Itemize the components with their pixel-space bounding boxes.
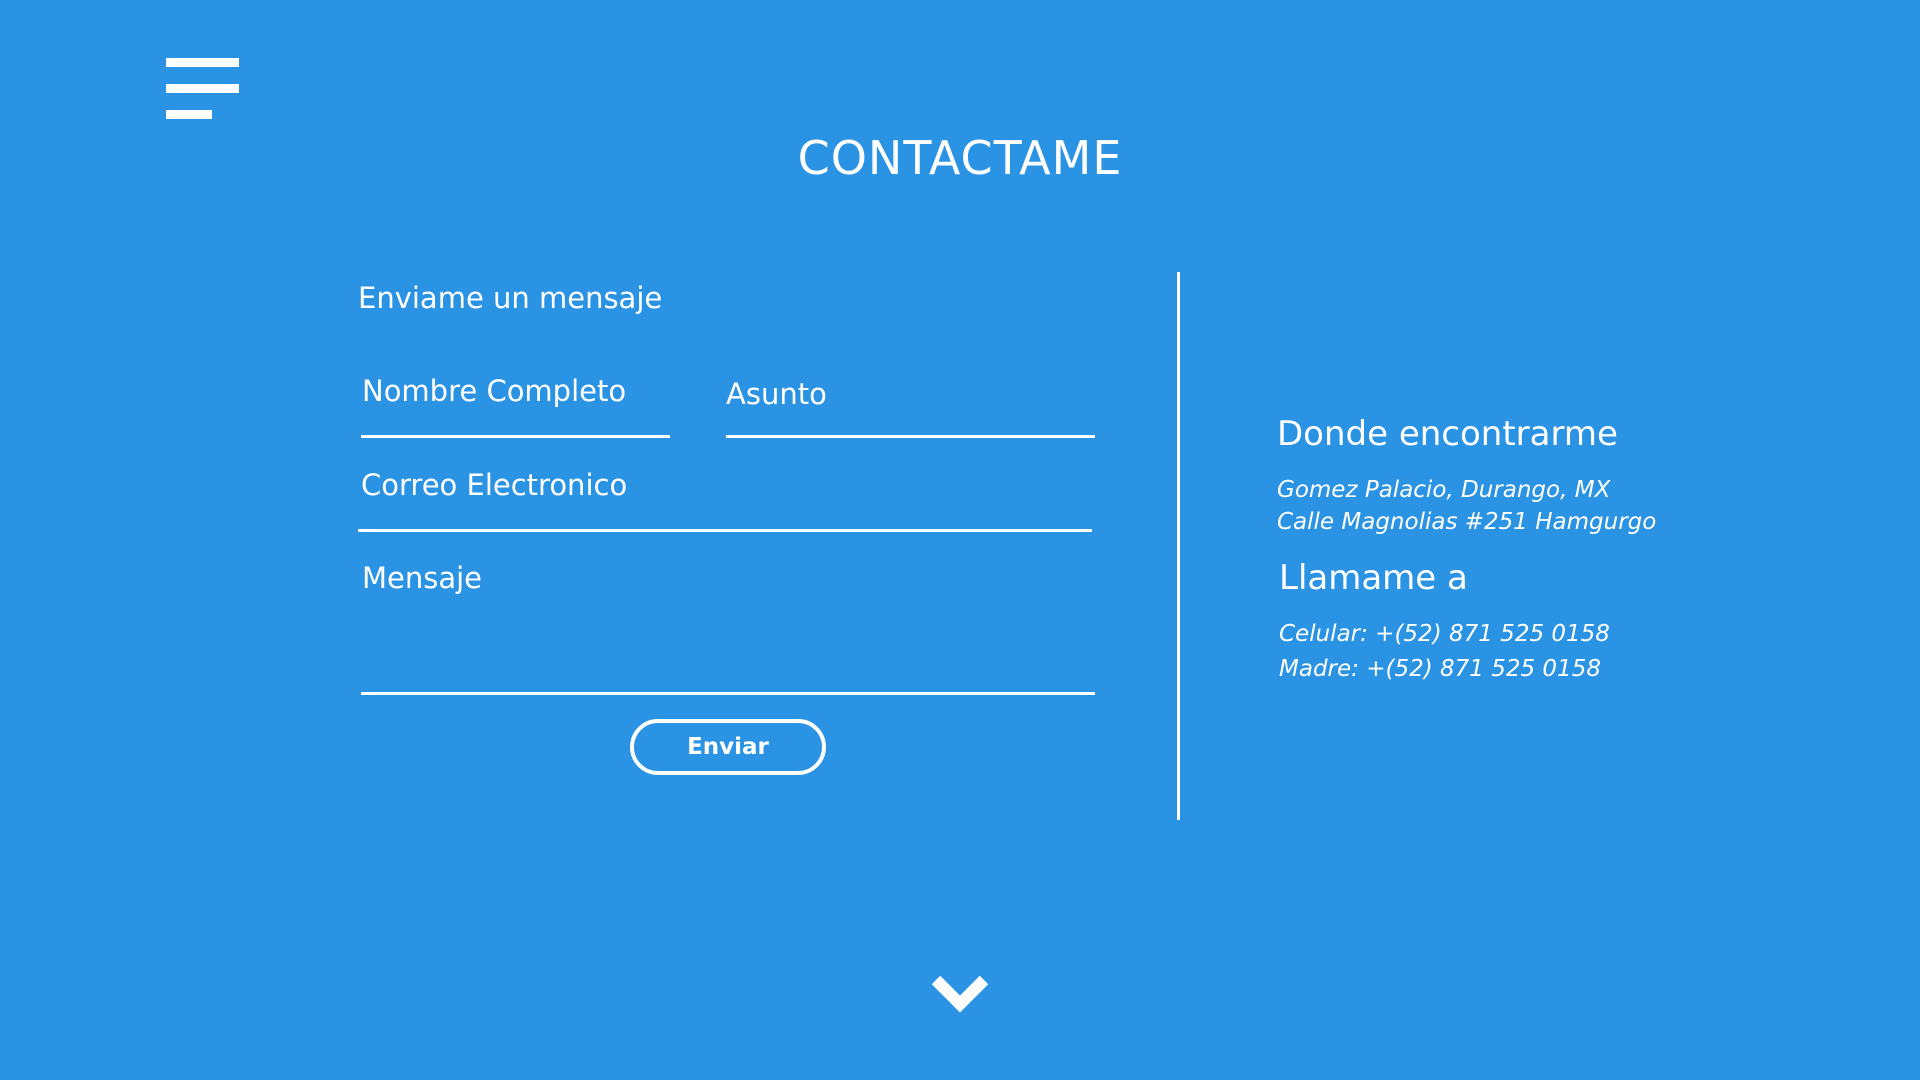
send-button[interactable]: Enviar [630, 719, 826, 775]
phone-heading: Llamame a [1279, 558, 1468, 598]
message-textarea[interactable] [362, 558, 1087, 688]
subject-input[interactable] [726, 374, 1086, 414]
phone-line: Madre: +(52) 871 525 0158 [1279, 656, 1601, 682]
menu-line [166, 84, 239, 93]
chevron-down-icon[interactable] [930, 972, 990, 1016]
menu-line [166, 58, 239, 67]
phone-line: Celular: +(52) 871 525 0158 [1279, 621, 1610, 647]
hamburger-menu-icon[interactable] [166, 58, 240, 122]
email-underline [358, 529, 1092, 532]
page-title: CONTACTAME [797, 131, 1123, 185]
form-section-title: Enviame un mensaje [358, 281, 663, 315]
vertical-divider [1177, 272, 1180, 820]
subject-underline [726, 435, 1095, 438]
location-line: Calle Magnolias #251 Hamgurgo [1277, 509, 1657, 535]
email-input[interactable] [361, 465, 1081, 505]
message-underline [361, 692, 1095, 695]
location-line: Gomez Palacio, Durango, MX [1277, 477, 1611, 503]
chevron-down-svg [931, 975, 989, 1013]
location-heading: Donde encontrarme [1277, 414, 1618, 454]
full-name-input[interactable] [362, 371, 662, 411]
menu-line [166, 110, 212, 119]
full-name-underline [361, 435, 670, 438]
